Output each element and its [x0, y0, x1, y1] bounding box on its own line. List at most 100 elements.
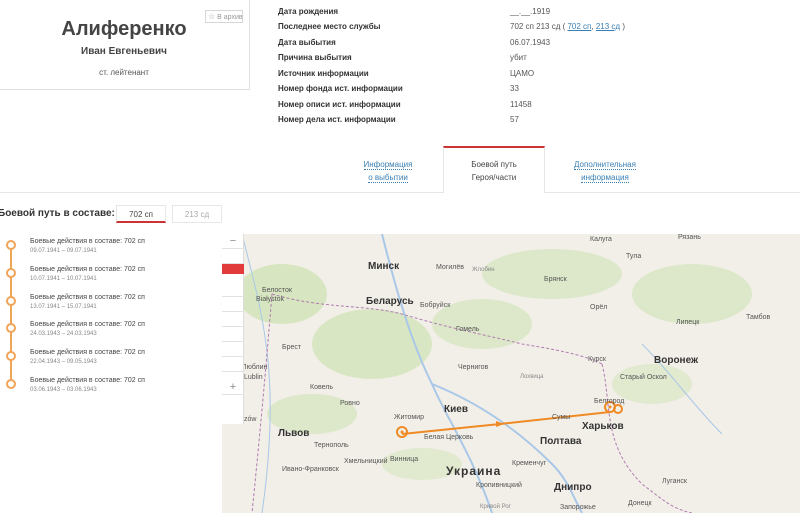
info-value: __.__.1919: [510, 7, 551, 16]
tab-label-line1: Дополнительная: [574, 160, 636, 170]
zoom-level-track[interactable]: [222, 249, 244, 264]
map-label-sumy: Сумы: [552, 414, 571, 421]
timeline-title: Боевые действия в составе: 702 сп: [30, 238, 145, 245]
map-controls: − +: [222, 234, 244, 424]
info-value: 06.07.1943: [510, 38, 551, 47]
unit-link-213[interactable]: 213 сд: [596, 22, 620, 31]
zoom-level-track[interactable]: [222, 327, 244, 342]
map-label-donetsk: Донецк: [628, 500, 652, 507]
map-label-tula: Тула: [626, 253, 642, 260]
info-label: Номер дела ист. информации: [278, 115, 396, 124]
unit-link-702[interactable]: 702 сп: [567, 22, 591, 31]
service-text: 702 сп 213 сд (: [510, 22, 566, 31]
map-label-brest: Брест: [282, 344, 302, 351]
tab-divider: [0, 192, 800, 193]
timeline-dot: [6, 379, 16, 389]
info-value: убит: [510, 53, 527, 62]
map-label-kursk: Курск: [588, 356, 606, 363]
service-suffix: ): [622, 22, 625, 31]
map-label-dnipro: Днипро: [554, 482, 592, 493]
map-label-zhitomir: Житомир: [394, 414, 425, 421]
map-label-ternopol: Тернополь: [314, 442, 349, 449]
combat-map[interactable]: Минск Могилёв Жлобин Беларусь Бобруйск Г…: [222, 234, 800, 513]
info-value: 33: [510, 84, 519, 93]
info-label: Источник информации: [278, 69, 369, 78]
zoom-level-track[interactable]: [222, 282, 244, 297]
map-label-belostok: Белосток: [262, 287, 292, 294]
map-label-krivoy-rog: Кривой Рог: [480, 504, 511, 510]
map-label-lublin: Lublin: [244, 374, 263, 381]
tab-label-line2: информация: [581, 173, 629, 183]
info-label: Дата выбытия: [278, 38, 336, 47]
timeline-dates: 03.06.1943 – 03.06.1943: [30, 387, 97, 393]
given-names: Иван Евгеньевич: [81, 46, 167, 57]
timeline-dot: [6, 268, 16, 278]
zoom-in-button[interactable]: +: [222, 380, 244, 395]
map-label-bialystok: Białystok: [256, 296, 285, 303]
map-label-zhlobin: Жлобин: [472, 267, 495, 273]
timeline-dates: 09.07.1941 – 09.07.1941: [30, 248, 97, 254]
timeline-title: Боевые действия в составе: 702 сп: [30, 349, 145, 356]
map-label-belaya-tserkov: Белая Церковь: [424, 434, 474, 441]
map-label-bobruisk: Бобруйск: [420, 302, 451, 309]
tab-label-line2: о выбытии: [368, 173, 408, 183]
info-value: ЦАМО: [510, 69, 535, 78]
info-label: Номер описи ист. информации: [278, 100, 401, 109]
map-label-lipetsk: Липецк: [676, 319, 700, 326]
unit-tab-702[interactable]: 702 сп: [116, 205, 166, 223]
tab-label-line1: Боевой путь: [471, 160, 517, 169]
map-label-vinnitsa: Винница: [390, 456, 419, 463]
timeline-dot: [6, 240, 16, 250]
map-label-ryazan: Рязань: [678, 234, 701, 241]
timeline-dot: [6, 351, 16, 361]
info-value: 57: [510, 115, 519, 124]
map-label-gomel: Гомель: [456, 326, 480, 333]
map-label-kowel: Ковель: [310, 384, 334, 391]
map-label-khmelnitsky: Хмельницкий: [344, 458, 388, 465]
zoom-level-track[interactable]: [222, 297, 244, 312]
timeline-dates: 22.04.1943 – 09.05.1943: [30, 359, 97, 365]
tab-additional-info[interactable]: Дополнительная информация: [550, 158, 660, 184]
zoom-level-indicator[interactable]: [222, 264, 244, 274]
map-label-kiev: Киев: [444, 404, 468, 415]
timeline-title: Боевые действия в составе: 702 сп: [30, 294, 145, 301]
map-label-rovno: Ровно: [340, 400, 360, 407]
rank: ст. лейтенант: [99, 68, 149, 77]
tab-combat-path[interactable]: Боевой путь Героя/части: [443, 146, 545, 193]
info-value: 11458: [510, 100, 532, 109]
map-label-kremenchug: Кременчуг: [512, 460, 547, 467]
map-label-orel: Орёл: [590, 304, 608, 311]
info-label: Причина выбытия: [278, 53, 352, 62]
map-label-minsk: Минск: [368, 261, 400, 272]
map-label-poltava: Полтава: [540, 436, 582, 447]
combat-path-title: Боевой путь в составе:: [0, 208, 115, 219]
unit-tab-213[interactable]: 213 сд: [172, 205, 222, 223]
map-label-lokhvitsa: Лохвица: [520, 374, 544, 380]
info-label: Номер фонда ист. информации: [278, 84, 403, 93]
tab-drop-info[interactable]: Информация о выбытии: [333, 158, 443, 184]
timeline-title: Боевые действия в составе: 702 сп: [30, 321, 145, 328]
map-label-zaporozhye: Запорожье: [560, 504, 596, 511]
map-label-lublin-ru: Люблин: [242, 364, 268, 371]
map-label-stary-oskol: Старый Оскол: [620, 374, 667, 381]
timeline-dates: 24.03.1943 – 24.03.1943: [30, 331, 97, 337]
zoom-level-track[interactable]: [222, 342, 244, 357]
zoom-level-track[interactable]: [222, 357, 244, 372]
info-value: 702 сп 213 сд ( 702 сп, 213 сд ): [510, 22, 625, 31]
map-label-mogilev: Могилёв: [436, 264, 464, 271]
timeline-dot: [6, 323, 16, 333]
map-label-kaluga: Калуга: [590, 236, 612, 243]
map-label-ivano-frankovsk: Ивано-Франковск: [282, 466, 339, 473]
surname: Алиференко: [61, 18, 187, 40]
zoom-level-track[interactable]: [222, 312, 244, 327]
timeline-dates: 13.07.1941 – 15.07.1941: [30, 304, 97, 310]
timeline-line: [10, 242, 12, 384]
tab-label-line2: Героя/части: [471, 173, 517, 182]
info-label: Последнее место службы: [278, 22, 381, 31]
timeline-dot: [6, 296, 16, 306]
profile-card: ☆ В архив Алиференко Иван Евгеньевич ст. …: [0, 0, 250, 90]
timeline-dates: 10.07.1941 – 10.07.1941: [30, 276, 97, 282]
map-label-kropivnitsky: Кропивницкий: [476, 482, 522, 489]
zoom-out-button[interactable]: −: [222, 234, 244, 249]
info-label: Дата рождения: [278, 7, 339, 16]
